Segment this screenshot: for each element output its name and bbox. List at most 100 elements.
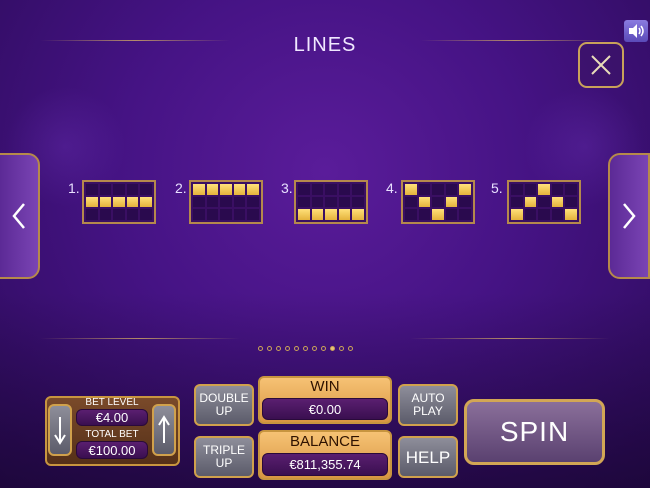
auto-play-button[interactable]: AUTO PLAY: [398, 384, 458, 426]
pagination-dot[interactable]: [258, 346, 263, 351]
balance-label: BALANCE: [289, 433, 361, 450]
payline-cell-active: [352, 209, 364, 220]
payline-cell: [311, 196, 324, 208]
bet-decrease-button[interactable]: [48, 404, 72, 456]
payline-cell-active: [511, 209, 523, 220]
pagination-dots: [258, 346, 353, 351]
arrow-down-icon: [54, 417, 66, 445]
payline-cell-active: [298, 209, 310, 220]
payline-cell: [247, 196, 259, 208]
bet-level-value: €4.00: [76, 409, 148, 426]
pagination-dot[interactable]: [339, 346, 344, 351]
payline-cell: [113, 184, 125, 195]
payline-cell-active: [325, 209, 337, 220]
bet-increase-button[interactable]: [152, 404, 176, 456]
payline-number: 4.: [386, 180, 398, 196]
sound-toggle-button[interactable]: [624, 20, 648, 42]
payline-grid: [294, 180, 368, 224]
close-button[interactable]: [578, 42, 624, 88]
total-bet-label: TOTAL BET: [85, 429, 139, 440]
pagination-dot[interactable]: [285, 346, 290, 351]
payline-cell-active: [565, 209, 577, 220]
payline-cell: [352, 184, 364, 195]
payline-grid: [507, 180, 581, 224]
pagination-dot[interactable]: [312, 346, 317, 351]
pagination-dot[interactable]: [303, 346, 308, 351]
payline-cell: [459, 196, 471, 208]
payline-cell: [206, 209, 219, 220]
payline-cell: [405, 209, 417, 220]
payline-cell: [99, 209, 112, 220]
footer-divider-left: [40, 338, 240, 339]
payline-cell: [551, 184, 564, 195]
total-bet-value: €100.00: [76, 441, 148, 459]
payline-cell: [233, 196, 246, 208]
spin-button[interactable]: SPIN: [464, 399, 605, 465]
payline-cell: [418, 209, 431, 220]
payline-cell: [511, 196, 523, 208]
payline-cell-active: [233, 184, 246, 195]
payline-cell: [193, 209, 205, 220]
payline-cell: [565, 196, 577, 208]
payline-cell: [325, 196, 337, 208]
pagination-dot[interactable]: [267, 346, 272, 351]
payline-cell-active: [338, 209, 351, 220]
chevron-right-icon: [623, 203, 636, 229]
payline-cell: [338, 196, 351, 208]
payline-number: 5.: [491, 180, 503, 196]
payline-cell-active: [206, 184, 219, 195]
triple-up-button[interactable]: TRIPLE UP: [194, 436, 254, 478]
payline-cell-active: [140, 196, 152, 208]
payline-cell: [325, 184, 337, 195]
chevron-left-icon: [12, 203, 25, 229]
help-button[interactable]: HELP: [398, 436, 458, 478]
payline-cell-active: [193, 184, 205, 195]
payline-number: 3.: [281, 180, 293, 196]
payline-number: 1.: [68, 180, 80, 196]
payline-number: 2.: [175, 180, 187, 196]
payline-cell-active: [445, 196, 458, 208]
pagination-dot[interactable]: [348, 346, 353, 351]
bet-level-label: BET LEVEL: [85, 397, 139, 408]
payline-grid: [189, 180, 263, 224]
previous-page-button[interactable]: [0, 153, 40, 279]
page-title: LINES: [293, 34, 357, 56]
payline-cell: [524, 184, 537, 195]
payline-cell: [140, 209, 152, 220]
payline-cell: [352, 196, 364, 208]
payline-cell-active: [432, 209, 444, 220]
payline-cell-active: [459, 184, 471, 195]
payline-cell-active: [86, 196, 98, 208]
arrow-up-icon: [158, 415, 170, 443]
payline-cell: [233, 209, 246, 220]
double-up-button[interactable]: DOUBLE UP: [194, 384, 254, 426]
payline-cell: [511, 184, 523, 195]
speaker-icon: [629, 24, 644, 38]
payline-grid: [401, 180, 475, 224]
win-label: WIN: [310, 378, 340, 395]
pagination-dot[interactable]: [294, 346, 299, 351]
next-page-button[interactable]: [608, 153, 650, 279]
payline-cell-active: [220, 184, 232, 195]
payline-cell: [113, 209, 125, 220]
balance-value: €811,355.74: [262, 453, 388, 476]
payline-cell: [445, 209, 458, 220]
payline-cell-active: [113, 196, 125, 208]
pagination-dot[interactable]: [276, 346, 281, 351]
payline-cell-active: [311, 209, 324, 220]
payline-cell: [338, 184, 351, 195]
payline-cell-active: [551, 196, 564, 208]
payline-cell-active: [99, 196, 112, 208]
payline-cell-active: [405, 184, 417, 195]
payline-cell: [311, 184, 324, 195]
footer-divider-right: [410, 338, 610, 339]
win-value: €0.00: [262, 398, 388, 420]
payline-cell: [538, 209, 550, 220]
pagination-dot[interactable]: [330, 346, 335, 351]
payline-cell: [298, 196, 310, 208]
payline-cell: [247, 209, 259, 220]
pagination-dot[interactable]: [321, 346, 326, 351]
payline-cell: [140, 184, 152, 195]
payline-cell: [86, 209, 98, 220]
payline-cell: [86, 184, 98, 195]
